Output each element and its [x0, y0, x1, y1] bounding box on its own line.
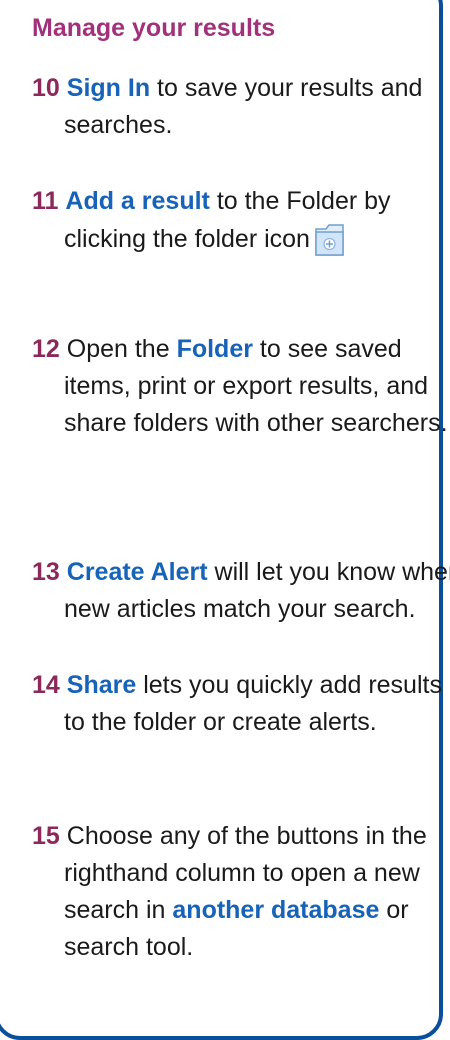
folder-keyword: Folder — [176, 335, 253, 363]
add-result-keyword: Add a result — [65, 187, 210, 215]
step-number: 12 — [32, 335, 60, 363]
step-15: 15 Choose any of the buttons in the righ… — [32, 818, 450, 966]
step-number: 14 — [32, 671, 60, 699]
another-database-keyword: another database — [172, 896, 380, 924]
step-number: 11 — [32, 187, 59, 215]
step-12: 12 Open the Folder to see saved items, p… — [32, 331, 450, 442]
step-10: 10 Sign In to save your results and sear… — [32, 70, 450, 144]
step-number: 10 — [32, 74, 60, 102]
step-13: 13 Create Alert will let you know when n… — [32, 554, 450, 628]
share-keyword: Share — [66, 671, 137, 699]
step-11: 11 Add a result to the Folder by clickin… — [32, 183, 450, 258]
step-text-pre: Open the — [59, 335, 177, 363]
step-number: 13 — [32, 558, 60, 586]
create-alert-keyword: Create Alert — [66, 558, 208, 586]
folder-add-icon — [314, 220, 345, 257]
step-14: 14 Share lets you quickly add results to… — [32, 667, 450, 741]
sign-in-keyword: Sign In — [66, 74, 151, 102]
section-heading: Manage your results — [32, 14, 276, 42]
step-number: 15 — [32, 822, 60, 850]
